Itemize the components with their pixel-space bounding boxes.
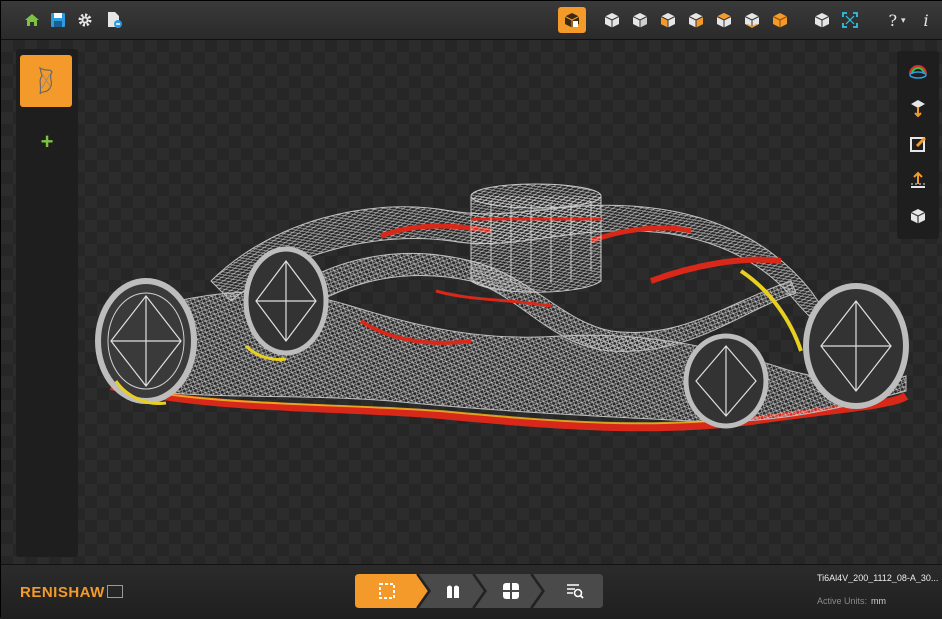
settings-icon[interactable] xyxy=(74,9,96,31)
part-thumbnail[interactable] xyxy=(20,55,72,107)
view-top-icon[interactable] xyxy=(713,9,735,31)
review-icon xyxy=(567,584,584,599)
file-export-icon[interactable] xyxy=(103,9,125,31)
fit-to-view-icon[interactable] xyxy=(839,9,861,31)
view-3d-icon[interactable] xyxy=(811,9,833,31)
add-part-button[interactable]: + xyxy=(36,131,58,153)
info-button[interactable]: i xyxy=(919,9,933,31)
parts-panel: + xyxy=(16,49,78,557)
view-bottom-icon[interactable] xyxy=(741,9,763,31)
support-icon[interactable] xyxy=(907,97,929,119)
right-wheel-hub xyxy=(803,283,909,409)
slice-icon xyxy=(503,583,519,599)
supports-icon xyxy=(447,585,459,598)
review-step-button[interactable] xyxy=(561,574,589,608)
view-iso-icon[interactable] xyxy=(769,9,791,31)
view-right-icon[interactable] xyxy=(685,9,707,31)
help-label: ? xyxy=(888,10,898,30)
file-name: Ti6Al4V_200_1112_08-A_30... xyxy=(817,573,939,583)
view-cube-orbit-button[interactable] xyxy=(558,7,586,33)
logo-mark-icon xyxy=(106,585,123,598)
layout-step-button[interactable] xyxy=(373,574,401,608)
logo-text: RENISHAW xyxy=(20,584,105,601)
info-icon: i xyxy=(923,10,929,30)
chevron-down-icon: ▾ xyxy=(901,14,906,25)
units-value: mm xyxy=(871,596,887,606)
save-icon[interactable] xyxy=(47,9,69,31)
layout-icon xyxy=(379,583,395,599)
bottom-bar: RENISHAW Ti6Al4V_200_1112_08-A_30... Act… xyxy=(1,564,942,619)
color-map-icon[interactable] xyxy=(907,60,929,82)
active-units: Active Units: mm xyxy=(817,596,886,606)
left-wheel-hub xyxy=(95,278,197,406)
app-window: ? ▾ i + RENISHAW Ti6Al4V_200_1112_08-A_3… xyxy=(0,0,942,619)
view-front-icon[interactable] xyxy=(601,9,623,31)
home-icon[interactable] xyxy=(21,9,43,31)
chassis-mesh-model[interactable] xyxy=(91,171,913,461)
edit-icon[interactable] xyxy=(907,133,929,155)
top-toolbar: ? ▾ i xyxy=(1,1,942,40)
slice-step-button[interactable] xyxy=(497,574,525,608)
cube-view-icon[interactable] xyxy=(907,205,929,227)
plus-icon: + xyxy=(40,129,54,154)
z-height-icon[interactable] xyxy=(907,169,929,191)
help-menu-button[interactable]: ? ▾ xyxy=(883,9,911,31)
inner-right-hub xyxy=(683,333,769,429)
right-tools-panel xyxy=(897,51,939,239)
view-back-icon[interactable] xyxy=(629,9,651,31)
workflow-steps xyxy=(355,574,603,608)
view-left-icon[interactable] xyxy=(657,9,679,31)
renishaw-logo: RENISHAW xyxy=(20,584,123,601)
supports-step-button[interactable] xyxy=(439,574,467,608)
units-label: Active Units: xyxy=(817,596,868,606)
